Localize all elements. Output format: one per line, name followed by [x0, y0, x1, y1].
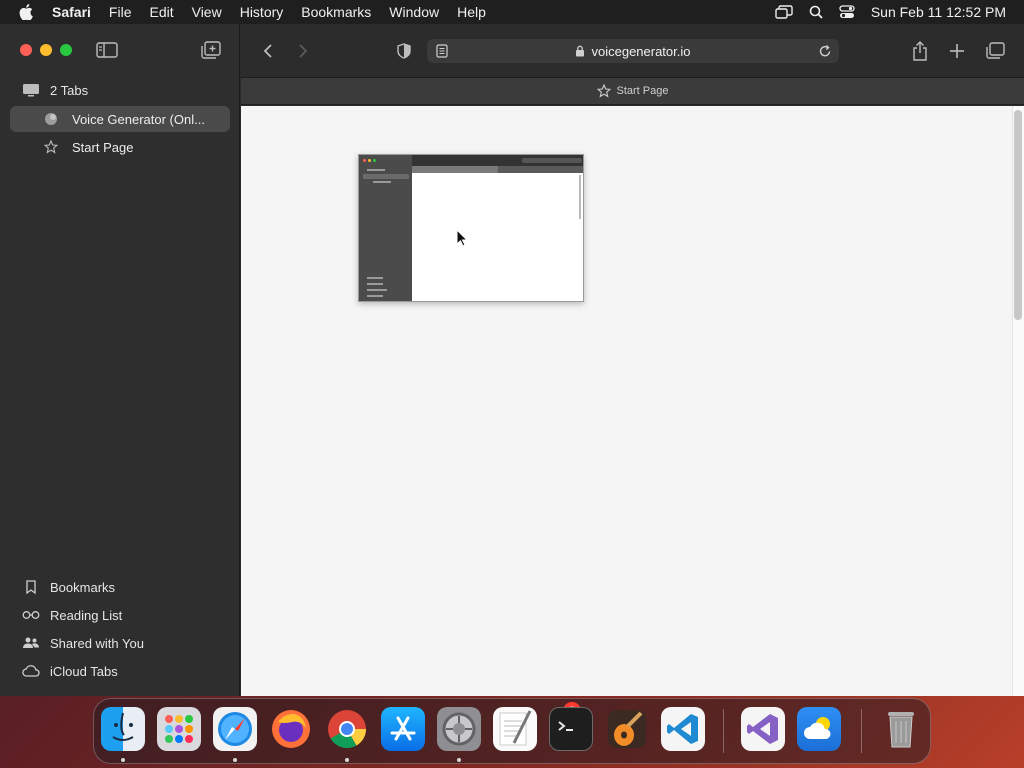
sidebar-item-label: Start Page	[72, 139, 134, 155]
chrome-icon[interactable]	[325, 707, 369, 751]
address-bar[interactable]: voicegenerator.io	[427, 39, 839, 63]
safari-app-icon[interactable]	[213, 707, 257, 751]
bookmark-icon	[22, 579, 40, 595]
star-icon	[596, 84, 611, 98]
menu-file[interactable]: File	[109, 4, 132, 20]
sidebar-item-label: Reading List	[50, 607, 123, 623]
running-indicator	[345, 758, 349, 762]
terminal-icon[interactable]	[549, 707, 593, 751]
thumbnail-toolbar	[412, 155, 583, 166]
toolbar: voicegenerator.io	[241, 24, 1024, 78]
back-arrow-icon[interactable]	[257, 40, 279, 62]
spotlight-search-icon[interactable]	[809, 5, 823, 19]
sidebar-item-label: Voice Generator (Onl...	[72, 111, 205, 127]
share-icon[interactable]	[909, 40, 931, 62]
reader-view-icon[interactable]	[435, 44, 449, 58]
window-controls	[20, 44, 72, 56]
new-tab-group-icon[interactable]	[200, 40, 222, 60]
menu-bookmarks[interactable]: Bookmarks	[301, 4, 371, 20]
page-thumbnail-preview	[358, 154, 584, 302]
safari-window: 2 Tabs Voice Generator (Onl... Start Pag…	[0, 24, 1024, 696]
globe-favicon-icon	[44, 112, 58, 126]
tab-start-page[interactable]: Start Page	[596, 84, 669, 98]
menu-view[interactable]: View	[192, 4, 222, 20]
zoom-window-button[interactable]	[60, 44, 72, 56]
trash-icon[interactable]	[879, 707, 923, 751]
web-content[interactable]	[241, 106, 1024, 696]
sidebar-item-voice-generator[interactable]: Voice Generator (Onl...	[10, 106, 230, 132]
textedit-icon[interactable]	[493, 707, 537, 751]
running-indicator	[457, 758, 461, 762]
sidebar-item-label: Bookmarks	[50, 579, 116, 595]
people-icon	[22, 635, 40, 651]
mouse-pointer-icon	[456, 228, 469, 247]
sidebar-item-start-page[interactable]: Start Page	[10, 134, 230, 160]
sidebar-toggle-icon[interactable]	[96, 41, 118, 59]
sidebar-item-reading-list[interactable]: Reading List	[22, 605, 122, 625]
sidebar: 2 Tabs Voice Generator (Onl... Start Pag…	[0, 24, 240, 696]
forward-arrow-icon[interactable]	[292, 40, 314, 62]
lock-icon	[575, 45, 585, 57]
sidebar-item-label: iCloud Tabs	[50, 663, 118, 679]
privacy-shield-icon[interactable]	[393, 40, 415, 62]
tabs-count-label: 2 Tabs	[50, 82, 89, 98]
thumbnail-sidebar	[359, 155, 412, 301]
menu-bar: Safari File Edit View History Bookmarks …	[0, 0, 1024, 24]
scrollbar-thumb[interactable]	[1014, 110, 1022, 320]
monitor-icon	[22, 82, 40, 98]
close-window-button[interactable]	[20, 44, 32, 56]
finder-icon[interactable]	[101, 707, 145, 751]
scrollbar-track[interactable]	[1012, 106, 1024, 696]
apple-logo-icon[interactable]	[16, 0, 36, 24]
dock-separator	[723, 709, 724, 753]
dock: 2	[93, 698, 931, 764]
url-text: voicegenerator.io	[591, 43, 691, 59]
garageband-icon[interactable]	[605, 707, 649, 751]
dock-separator	[861, 709, 862, 753]
launchpad-icon[interactable]	[157, 707, 201, 751]
sidebar-item-shared-with-you[interactable]: Shared with You	[22, 633, 144, 653]
thumbnail-tabbar	[412, 166, 583, 173]
vscode-icon[interactable]	[661, 707, 705, 751]
sidebar-item-icloud-tabs[interactable]: iCloud Tabs	[22, 661, 118, 681]
menu-history[interactable]: History	[240, 4, 284, 20]
reload-icon[interactable]	[817, 43, 833, 59]
glasses-icon	[22, 607, 40, 623]
system-settings-icon[interactable]	[437, 707, 481, 751]
menu-app-name[interactable]: Safari	[52, 4, 91, 20]
firefox-icon[interactable]	[269, 707, 313, 751]
sidebar-item-bookmarks[interactable]: Bookmarks	[22, 577, 115, 597]
sidebar-tabs-header[interactable]: 2 Tabs	[22, 82, 88, 98]
app-store-icon[interactable]	[381, 707, 425, 751]
menu-help[interactable]: Help	[457, 4, 486, 20]
cloud-icon	[22, 663, 40, 679]
menu-edit[interactable]: Edit	[149, 4, 173, 20]
visual-studio-icon[interactable]	[741, 707, 785, 751]
minimize-window-button[interactable]	[40, 44, 52, 56]
sidebar-item-label: Shared with You	[50, 635, 144, 651]
running-indicator	[233, 758, 237, 762]
thumbnail-scrollbar	[579, 175, 581, 219]
running-indicator	[121, 758, 125, 762]
screen-mirroring-icon[interactable]	[775, 5, 793, 19]
tab-overview-icon[interactable]	[984, 40, 1006, 62]
tab-bar: Start Page	[241, 78, 1024, 105]
new-tab-plus-icon[interactable]	[946, 40, 968, 62]
menu-window[interactable]: Window	[389, 4, 439, 20]
thumbnail-window-dots	[363, 159, 376, 162]
control-center-icon[interactable]	[839, 5, 855, 19]
star-icon	[44, 140, 58, 154]
menu-clock[interactable]: Sun Feb 11 12:52 PM	[871, 4, 1006, 20]
tab-label: Start Page	[616, 85, 669, 97]
weather-icon[interactable]	[797, 707, 841, 751]
